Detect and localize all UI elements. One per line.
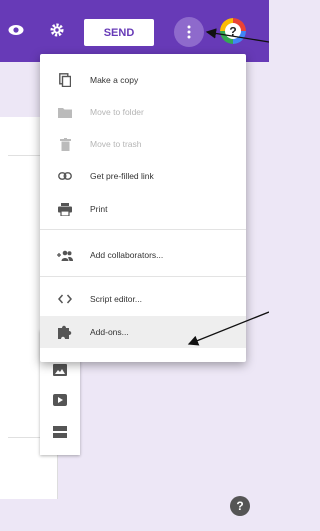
help-glyph: ?: [229, 25, 236, 39]
menu-item-move-to-folder[interactable]: Move to folder: [40, 97, 246, 127]
link-icon: [56, 167, 74, 185]
top-bar: SEND ?: [0, 0, 269, 62]
menu-item-move-to-trash[interactable]: Move to trash: [40, 129, 246, 159]
trash-icon: [56, 135, 74, 153]
menu-item-script-editor[interactable]: Script editor...: [40, 284, 246, 314]
menu-item-add-ons[interactable]: Add-ons...: [40, 316, 246, 348]
more-options-button[interactable]: [174, 17, 204, 47]
video-icon[interactable]: [52, 392, 68, 408]
print-icon: [56, 200, 74, 218]
more-vert-icon: [187, 25, 191, 39]
menu-item-label: Move to trash: [90, 139, 142, 149]
puzzle-icon: [56, 323, 74, 341]
menu-item-label: Add-ons...: [90, 327, 129, 337]
section-icon[interactable]: [52, 424, 68, 440]
more-options-menu: Make a copy Move to folder Move to trash…: [40, 54, 246, 362]
account-avatar[interactable]: ?: [220, 18, 246, 44]
menu-item-label: Add collaborators...: [90, 250, 164, 260]
copy-icon: [56, 71, 74, 89]
menu-item-make-copy[interactable]: Make a copy: [40, 65, 246, 95]
menu-item-label: Make a copy: [90, 75, 139, 85]
help-icon[interactable]: ?: [230, 496, 250, 516]
menu-item-print[interactable]: Print: [40, 194, 246, 224]
image-icon[interactable]: [52, 362, 68, 378]
folder-icon: [56, 103, 74, 121]
menu-item-prefilled-link[interactable]: Get pre-filled link: [40, 161, 246, 191]
menu-item-add-collaborators[interactable]: Add collaborators...: [40, 240, 246, 270]
menu-item-label: Move to folder: [90, 107, 144, 117]
menu-divider: [40, 229, 246, 230]
eye-icon[interactable]: [4, 18, 28, 42]
gear-icon[interactable]: [45, 18, 69, 42]
menu-item-label: Get pre-filled link: [90, 171, 154, 181]
menu-divider: [40, 276, 246, 277]
menu-item-label: Script editor...: [90, 294, 142, 304]
code-icon: [56, 290, 74, 308]
menu-item-label: Print: [90, 204, 108, 214]
send-button[interactable]: SEND: [84, 19, 154, 46]
add-people-icon: [56, 246, 74, 264]
